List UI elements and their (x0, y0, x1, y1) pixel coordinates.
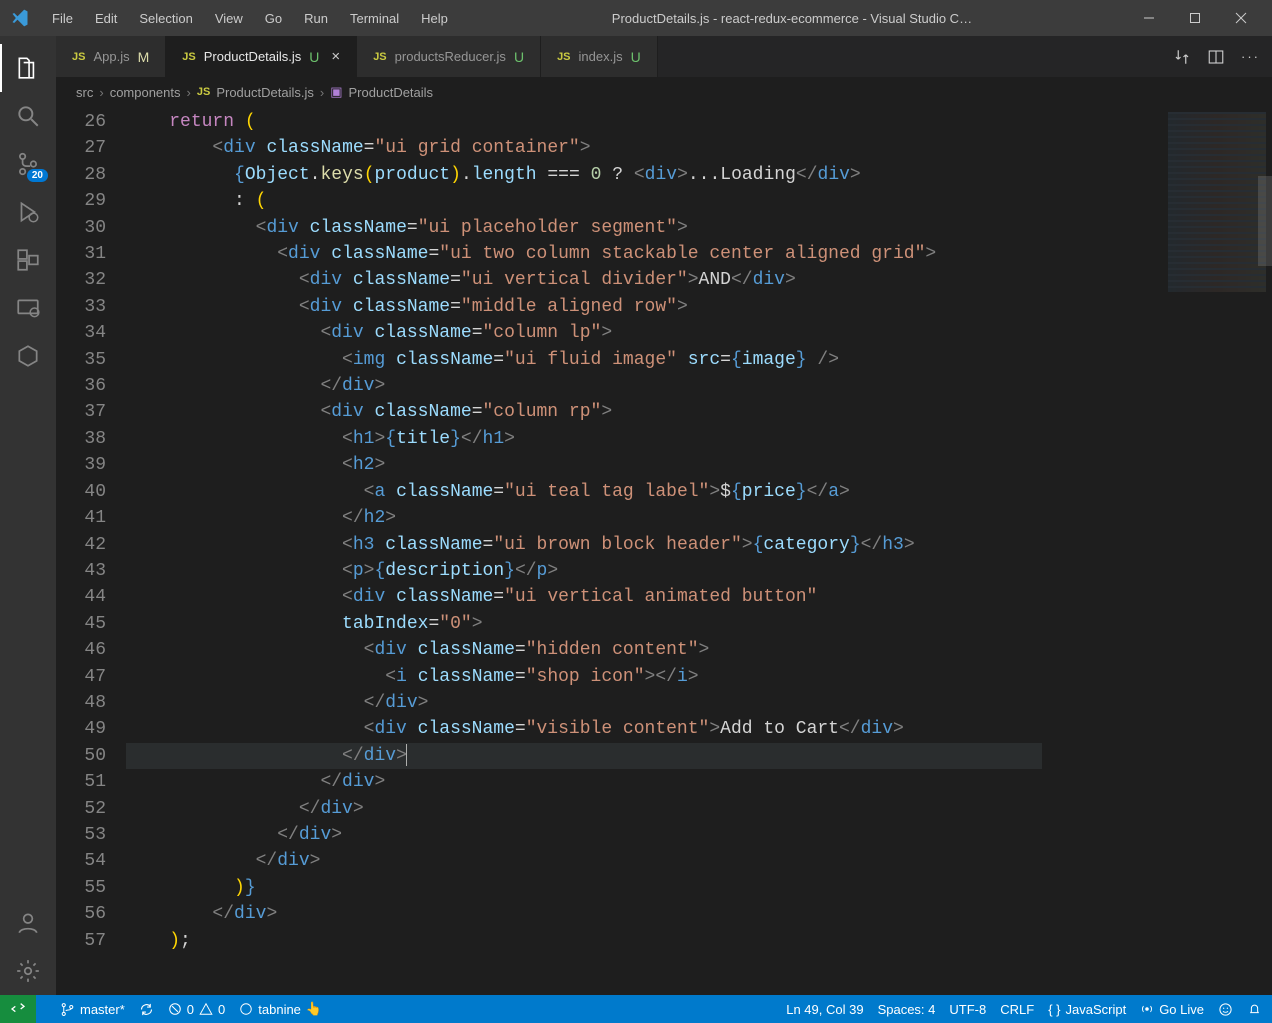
status-feedback[interactable] (1218, 1002, 1233, 1017)
status-language[interactable]: { } JavaScript (1048, 1002, 1126, 1017)
tab-productsreducer-js[interactable]: JS productsReducer.js U (357, 36, 541, 77)
warning-count: 0 (218, 1002, 225, 1017)
window-controls (1126, 0, 1264, 36)
activity-explorer[interactable] (0, 44, 56, 92)
activity-run-debug[interactable] (0, 188, 56, 236)
untracked-indicator: U (514, 49, 524, 65)
menu-terminal[interactable]: Terminal (340, 7, 409, 30)
activity-accounts[interactable] (0, 899, 56, 947)
untracked-indicator: U (309, 49, 319, 65)
breadcrumb-seg[interactable]: ProductDetails (349, 85, 434, 100)
minimap[interactable] (1162, 106, 1272, 995)
indent-label: Spaces: 4 (878, 1002, 936, 1017)
editor-actions: ··· (1161, 36, 1272, 77)
js-file-icon: JS (197, 86, 210, 98)
menu-selection[interactable]: Selection (129, 7, 202, 30)
split-editor-icon[interactable] (1207, 48, 1225, 66)
status-problems[interactable]: 0 0 (168, 1002, 225, 1017)
line-number-gutter: 26 27 28 29 30 31 32 33 34 35 36 37 38 3… (56, 106, 126, 995)
eol-label: CRLF (1000, 1002, 1034, 1017)
js-file-icon: JS (557, 51, 570, 63)
menu-help[interactable]: Help (411, 7, 458, 30)
cursor-pos: Ln 49, Col 39 (786, 1002, 863, 1017)
editor-tabs: JS App.js M JS ProductDetails.js U × JS … (56, 36, 1272, 78)
error-count: 0 (187, 1002, 194, 1017)
tabnine-label: tabnine (258, 1002, 301, 1017)
status-indent[interactable]: Spaces: 4 (878, 1002, 936, 1017)
modified-indicator: M (138, 49, 150, 65)
js-file-icon: JS (72, 51, 85, 63)
chevron-right-icon: › (320, 85, 324, 100)
activity-extensions[interactable] (0, 236, 56, 284)
activity-extra[interactable] (0, 332, 56, 380)
tab-label: App.js (93, 49, 129, 64)
editor-group: JS App.js M JS ProductDetails.js U × JS … (56, 36, 1272, 995)
minimap-canvas (1168, 112, 1266, 292)
braces-icon: { } (1048, 1002, 1060, 1017)
untracked-indicator: U (631, 49, 641, 65)
menu-file[interactable]: File (42, 7, 83, 30)
menu-view[interactable]: View (205, 7, 253, 30)
close-button[interactable] (1218, 0, 1264, 36)
chevron-right-icon: › (99, 85, 103, 100)
hand-icon: 👆 (306, 1001, 322, 1017)
status-golive[interactable]: Go Live (1140, 1002, 1204, 1017)
lang-label: JavaScript (1065, 1002, 1126, 1017)
breadcrumb[interactable]: src › components › JS ProductDetails.js … (56, 78, 1272, 106)
code-content[interactable]: return ( <div className="ui grid contain… (126, 106, 1162, 995)
title-bar: File Edit Selection View Go Run Terminal… (0, 0, 1272, 36)
menu-edit[interactable]: Edit (85, 7, 127, 30)
tab-label: ProductDetails.js (204, 49, 302, 64)
breadcrumb-seg[interactable]: src (76, 85, 93, 100)
tab-productdetails-js[interactable]: JS ProductDetails.js U × (166, 36, 357, 77)
breadcrumb-seg[interactable]: ProductDetails.js (216, 85, 314, 100)
tab-index-js[interactable]: JS index.js U (541, 36, 658, 77)
breadcrumb-seg[interactable]: components (110, 85, 181, 100)
scrollbar-thumb[interactable] (1258, 176, 1272, 266)
status-cursor[interactable]: Ln 49, Col 39 (786, 1002, 863, 1017)
status-tabnine[interactable]: tabnine 👆 (239, 1001, 322, 1017)
vscode-logo-icon (8, 6, 32, 30)
minimize-button[interactable] (1126, 0, 1172, 36)
encoding-label: UTF-8 (949, 1002, 986, 1017)
activity-bar: 20 (0, 36, 56, 995)
remote-indicator[interactable] (0, 995, 36, 1023)
status-encoding[interactable]: UTF-8 (949, 1002, 986, 1017)
symbol-icon: ▣ (330, 84, 342, 100)
golive-label: Go Live (1159, 1002, 1204, 1017)
status-branch[interactable]: master* (60, 1002, 125, 1017)
scm-badge: 20 (27, 169, 48, 182)
status-eol[interactable]: CRLF (1000, 1002, 1034, 1017)
maximize-button[interactable] (1172, 0, 1218, 36)
activity-source-control[interactable]: 20 (0, 140, 56, 188)
tab-app-js[interactable]: JS App.js M (56, 36, 166, 77)
menu-bar: File Edit Selection View Go Run Terminal… (42, 7, 458, 30)
branch-name: master* (80, 1002, 125, 1017)
close-icon[interactable]: × (331, 48, 340, 65)
js-file-icon: JS (182, 51, 195, 63)
status-sync[interactable] (139, 1002, 154, 1017)
js-file-icon: JS (373, 51, 386, 63)
menu-go[interactable]: Go (255, 7, 292, 30)
activity-remote-explorer[interactable] (0, 284, 56, 332)
activity-settings[interactable] (0, 947, 56, 995)
tab-label: productsReducer.js (395, 49, 506, 64)
status-notifications[interactable] (1247, 1002, 1262, 1017)
menu-run[interactable]: Run (294, 7, 338, 30)
more-actions-icon[interactable]: ··· (1241, 49, 1260, 64)
window-title: ProductDetails.js - react-redux-ecommerc… (458, 11, 1126, 26)
chevron-right-icon: › (187, 85, 191, 100)
status-bar: master* 0 0 tabnine 👆 Ln 49, Col 39 Spac… (0, 995, 1272, 1023)
tab-label: index.js (579, 49, 623, 64)
compare-changes-icon[interactable] (1173, 48, 1191, 66)
editor-body[interactable]: 26 27 28 29 30 31 32 33 34 35 36 37 38 3… (56, 106, 1272, 995)
activity-search[interactable] (0, 92, 56, 140)
